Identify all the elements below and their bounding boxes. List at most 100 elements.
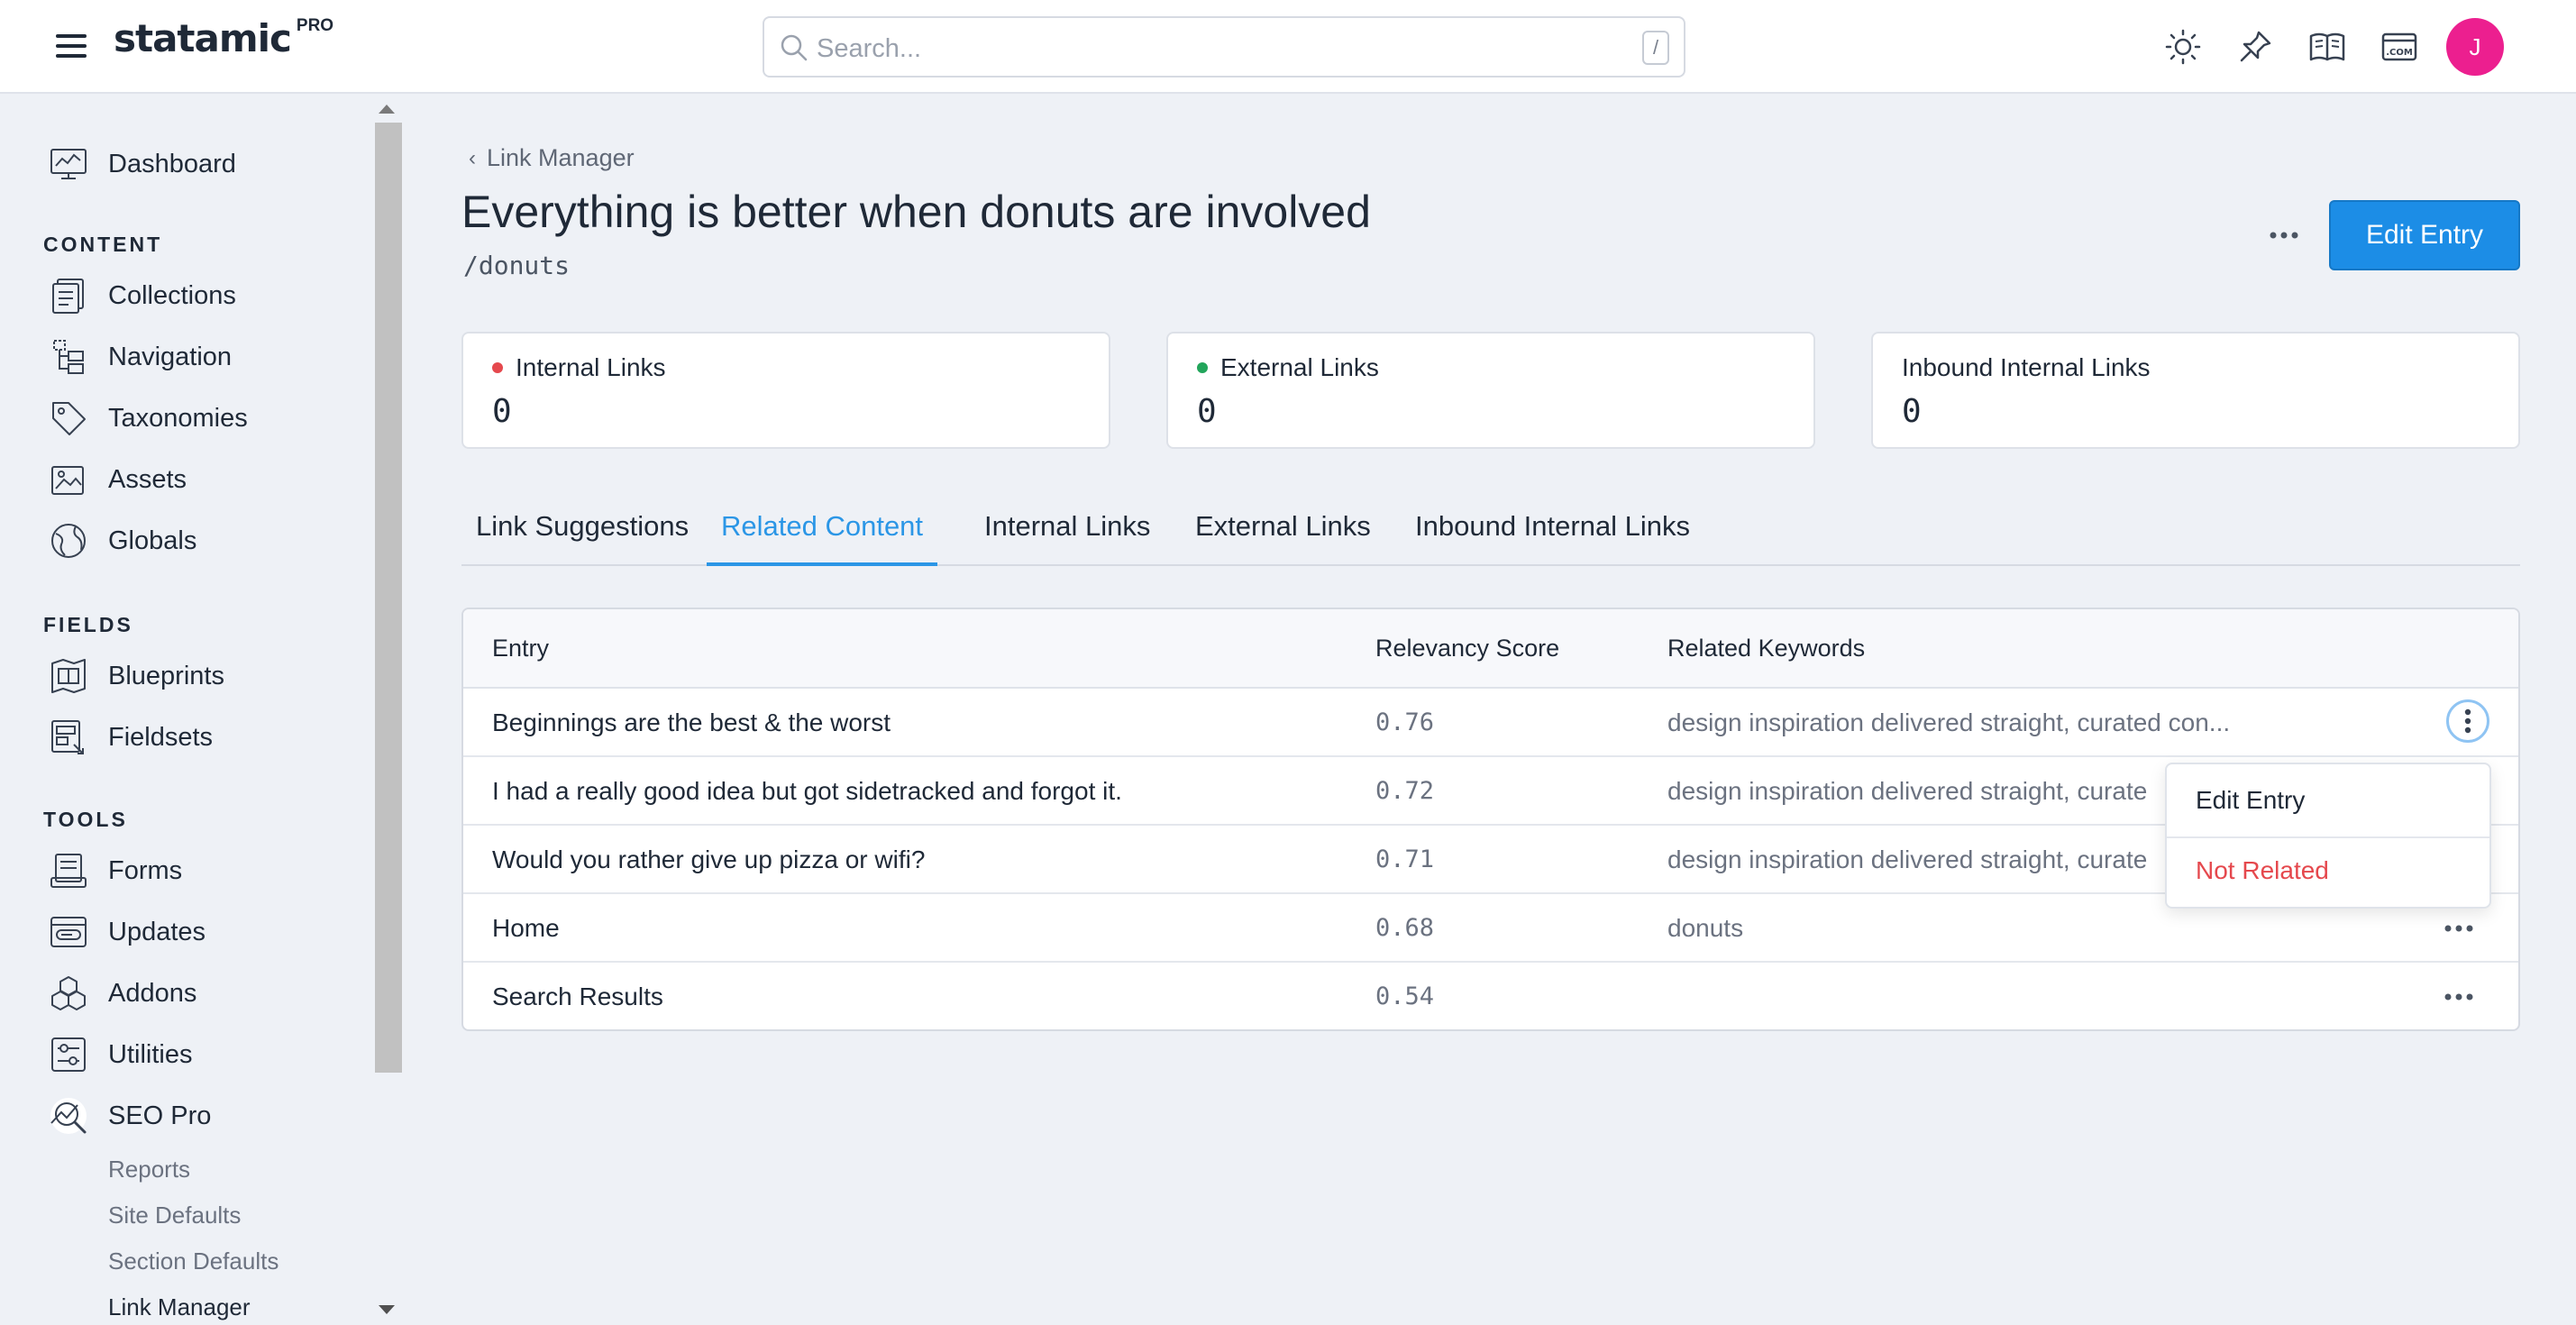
stat-value: 0 xyxy=(1197,393,1217,430)
search-placeholder: Search... xyxy=(817,34,922,63)
sidebar-item-collections[interactable]: Collections xyxy=(49,272,236,319)
status-dot-red-icon xyxy=(492,362,503,373)
brand-tier: PRO xyxy=(296,16,334,35)
sidebar-item-label: Updates xyxy=(108,917,206,946)
relevancy-score: 0.68 xyxy=(1375,914,1435,942)
fieldset-icon xyxy=(51,720,84,754)
view-site-icon[interactable]: .COM xyxy=(2380,27,2419,67)
sidebar-item-globals[interactable]: Globals xyxy=(49,517,196,564)
search-shortcut-key: / xyxy=(1642,31,1669,65)
sidebar-item-updates[interactable]: Updates xyxy=(49,909,206,955)
related-keywords: donuts xyxy=(1667,914,1744,942)
updates-icon xyxy=(50,917,87,947)
more-options-icon[interactable] xyxy=(2268,229,2300,242)
chevron-left-icon: ‹ xyxy=(469,145,476,170)
tab-bar: Link Suggestions Related Content Interna… xyxy=(461,494,2520,566)
section-heading-content: CONTENT xyxy=(43,233,163,256)
sidebar-item-label: Globals xyxy=(108,525,197,555)
table-header: Entry Relevancy Score Related Keywords xyxy=(463,609,2518,689)
pin-icon[interactable] xyxy=(2235,27,2275,67)
tab-external-links[interactable]: External Links xyxy=(1195,510,1371,566)
sidebar-item-navigation[interactable]: Navigation xyxy=(49,334,232,380)
theme-toggle-icon[interactable] xyxy=(2163,27,2203,67)
svg-text:.COM: .COM xyxy=(2386,48,2413,58)
sidebar-item-label: Assets xyxy=(108,464,187,494)
entry-title[interactable]: I had a really good idea but got sidetra… xyxy=(492,777,1122,806)
sidebar-subitem-link-manager[interactable]: Link Manager xyxy=(108,1293,251,1321)
stat-value: 0 xyxy=(1902,393,1922,430)
menu-item-edit-entry[interactable]: Edit Entry xyxy=(2196,786,2305,815)
breadcrumb[interactable]: ‹ Link Manager xyxy=(469,144,635,172)
row-actions-menu: Edit Entry Not Related xyxy=(2165,763,2491,909)
status-dot-green-icon xyxy=(1197,362,1208,373)
menu-divider xyxy=(2167,836,2489,838)
relevancy-score: 0.54 xyxy=(1375,982,1435,1010)
sidebar-scroll-thumb[interactable] xyxy=(375,123,402,1073)
sidebar-item-taxonomies[interactable]: Taxonomies xyxy=(49,395,248,442)
entry-title[interactable]: Search Results xyxy=(492,982,663,1011)
stat-card-external-links: External Links 0 xyxy=(1166,332,1815,449)
utilities-icon xyxy=(51,1037,86,1072)
relevancy-score: 0.71 xyxy=(1375,845,1435,873)
sidebar: Dashboard CONTENT Collections Navigation… xyxy=(0,96,402,1325)
stat-card-inbound-internal-links: Inbound Internal Links 0 xyxy=(1871,332,2520,449)
globe-icon xyxy=(51,524,86,558)
sidebar-item-fieldsets[interactable]: Fieldsets xyxy=(49,714,213,761)
sidebar-subitem-section-defaults[interactable]: Section Defaults xyxy=(108,1247,279,1275)
stat-card-internal-links: Internal Links 0 xyxy=(461,332,1110,449)
page-title: Everything is better when donuts are inv… xyxy=(461,187,1371,237)
sidebar-item-label: Taxonomies xyxy=(108,403,248,433)
related-keywords: design inspiration delivered straight, c… xyxy=(1667,777,2148,805)
avatar[interactable]: J xyxy=(2446,18,2504,76)
seo-pro-icon xyxy=(50,1098,87,1134)
top-bar: statamic PRO Search... / .COM J xyxy=(0,0,2576,94)
sidebar-item-label: Collections xyxy=(108,280,236,310)
relevancy-score: 0.76 xyxy=(1375,708,1435,736)
column-header-entry[interactable]: Entry xyxy=(492,635,549,662)
row-actions-icon[interactable] xyxy=(2441,914,2477,943)
sidebar-item-forms[interactable]: Forms xyxy=(49,847,182,894)
addons-icon xyxy=(51,976,86,1010)
edit-entry-button[interactable]: Edit Entry xyxy=(2329,200,2520,270)
related-keywords: design inspiration delivered straight, c… xyxy=(1667,708,2231,736)
brand-name: statamic xyxy=(114,16,292,60)
dashboard-icon xyxy=(50,149,87,179)
row-actions-icon[interactable] xyxy=(2441,982,2477,1011)
brand-logo[interactable]: statamic PRO xyxy=(114,16,333,60)
entry-title[interactable]: Would you rather give up pizza or wifi? xyxy=(492,845,925,874)
stat-value: 0 xyxy=(492,393,512,430)
sidebar-item-utilities[interactable]: Utilities xyxy=(49,1031,192,1078)
sidebar-item-label: Forms xyxy=(108,855,183,885)
relevancy-score: 0.72 xyxy=(1375,777,1435,805)
tab-internal-links[interactable]: Internal Links xyxy=(984,510,1150,566)
navigation-icon xyxy=(53,340,84,374)
sidebar-item-seo-pro[interactable]: SEO Pro xyxy=(49,1092,211,1139)
search-input[interactable]: Search... / xyxy=(763,16,1685,78)
sidebar-item-label: Dashboard xyxy=(108,149,236,178)
scroll-down-arrow-icon[interactable] xyxy=(379,1305,395,1314)
assets-icon xyxy=(51,466,84,495)
sidebar-item-addons[interactable]: Addons xyxy=(49,970,196,1017)
menu-toggle-icon[interactable] xyxy=(56,34,87,58)
entry-title[interactable]: Home xyxy=(492,914,560,943)
menu-item-not-related[interactable]: Not Related xyxy=(2196,856,2329,885)
forms-icon xyxy=(50,854,87,888)
sidebar-subitem-reports[interactable]: Reports xyxy=(108,1156,190,1183)
entry-title[interactable]: Beginnings are the best & the worst xyxy=(492,708,891,737)
sidebar-item-dashboard[interactable]: Dashboard xyxy=(49,141,236,187)
tab-inbound-internal-links[interactable]: Inbound Internal Links xyxy=(1415,510,1690,566)
sidebar-subitem-site-defaults[interactable]: Site Defaults xyxy=(108,1202,241,1229)
sidebar-item-blueprints[interactable]: Blueprints xyxy=(49,653,224,699)
table-row: Beginnings are the best & the worst 0.76… xyxy=(463,689,2518,757)
breadcrumb-link[interactable]: Link Manager xyxy=(487,144,635,172)
tab-link-suggestions[interactable]: Link Suggestions xyxy=(476,510,689,566)
column-header-relevancy-score[interactable]: Relevancy Score xyxy=(1375,635,1559,662)
scroll-up-arrow-icon[interactable] xyxy=(379,105,395,114)
entry-slug: /donuts xyxy=(463,251,571,280)
sidebar-item-label: Utilities xyxy=(108,1039,193,1069)
column-header-related-keywords[interactable]: Related Keywords xyxy=(1667,635,1865,662)
docs-book-icon[interactable] xyxy=(2307,27,2347,67)
sidebar-item-assets[interactable]: Assets xyxy=(49,456,187,503)
row-actions-vertical-icon[interactable] xyxy=(2446,699,2489,743)
tab-related-content[interactable]: Related Content xyxy=(707,510,938,566)
